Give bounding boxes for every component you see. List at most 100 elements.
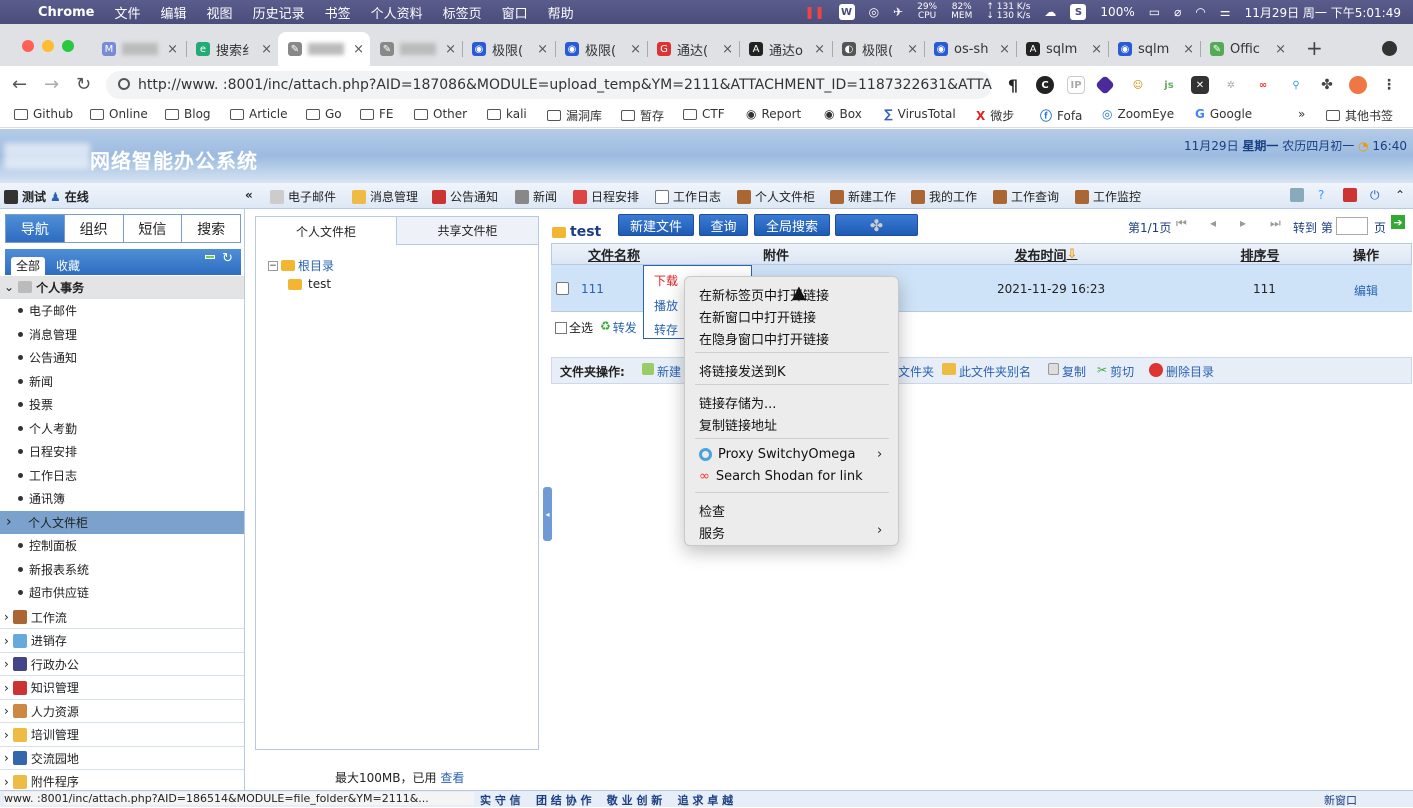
select-all-checkbox[interactable] — [555, 321, 567, 334]
popup-download[interactable]: 下载 — [654, 272, 678, 289]
tab-close-icon[interactable]: × — [261, 42, 272, 57]
close-window-button[interactable] — [22, 40, 34, 52]
bookmark-item[interactable]: Article — [230, 107, 288, 121]
ip-ext-icon[interactable]: IP — [1067, 76, 1085, 94]
bookmark-item[interactable]: 漏洞库 — [547, 107, 602, 124]
refresh-icon[interactable]: ↻ — [222, 251, 233, 266]
first-page-icon[interactable]: ⏮ — [1176, 216, 1187, 231]
bookmark-item[interactable]: Other — [414, 107, 467, 121]
ctx-services[interactable]: 服务 — [699, 523, 725, 542]
global-search-button[interactable]: 全局搜索 — [754, 214, 830, 236]
menu-profile[interactable]: 个人资料 — [371, 3, 423, 22]
copy-button[interactable]: 复制 — [1048, 363, 1086, 380]
query-button[interactable]: 查询 — [699, 214, 748, 236]
cloud-icon[interactable]: ☁ — [1044, 5, 1056, 19]
battery-icon[interactable]: ▭ — [1149, 5, 1160, 19]
tree-root[interactable]: − 根目录 — [268, 257, 334, 274]
puzzle-ext-icon[interactable]: ✤ — [1318, 76, 1336, 94]
tab-close-icon[interactable]: × — [999, 42, 1010, 57]
new-folder-button[interactable]: 新建 — [642, 363, 681, 380]
collapse-up-icon[interactable]: ⌃ — [1395, 188, 1405, 202]
tree-node-test[interactable]: test — [288, 277, 331, 291]
col-publish-time[interactable]: 发布时间 ⇩ — [892, 244, 1200, 264]
bookmarks-overflow-button[interactable]: » — [1298, 107, 1305, 121]
tab-shared-cabinet[interactable]: 共享文件柜 — [397, 217, 538, 245]
menu-history[interactable]: 历史记录 — [253, 3, 305, 22]
ctx-send-link[interactable]: 将链接发送到K — [699, 361, 786, 380]
sidebar-item[interactable]: 日程安排 — [0, 440, 244, 463]
sidebar-item[interactable]: 电子邮件 — [0, 299, 244, 322]
x-ext-icon[interactable]: ✕ — [1191, 76, 1209, 94]
new-file-button[interactable]: 新建文件 — [618, 214, 694, 236]
tab-close-icon[interactable]: × — [537, 42, 548, 57]
browser-tab[interactable]: Asqlm × — [1016, 32, 1108, 66]
browser-tab[interactable]: ◉ 极限(× — [555, 32, 647, 66]
menubar-clock[interactable]: 11月29日 周一 下午5:01:49 — [1245, 4, 1401, 21]
site-info-icon[interactable] — [118, 78, 130, 90]
bookmark-item[interactable]: ⓕ Fofa — [1040, 107, 1082, 124]
tab-close-icon[interactable]: × — [722, 42, 733, 57]
browser-tab[interactable]: G 通达(× — [647, 32, 739, 66]
shortcut-item[interactable]: 我的工作 — [911, 188, 977, 205]
shortcut-item[interactable]: 个人文件柜 — [737, 188, 815, 205]
tab-org[interactable]: 组织 — [64, 215, 124, 242]
sidebar-group[interactable]: › 进销存 — [0, 629, 244, 653]
browser-tab[interactable]: M × — [92, 32, 184, 66]
bird-icon[interactable]: ✈ — [893, 5, 903, 19]
prev-page-icon[interactable]: ◂ — [1210, 216, 1216, 230]
minimize-window-button[interactable] — [42, 40, 54, 52]
sidebar-group[interactable]: › 工作流 — [0, 606, 244, 629]
sidebar-group[interactable]: › 人力资源 — [0, 700, 244, 723]
tab-personal-cabinet[interactable]: 个人文件柜 — [256, 217, 397, 245]
quota-view-link[interactable]: 查看 — [440, 771, 464, 785]
apps-icon[interactable] — [1343, 188, 1357, 202]
skin-icon[interactable] — [1290, 188, 1304, 202]
sidebar-item[interactable]: 超市供应链 — [0, 581, 244, 604]
browser-tab[interactable]: ◐ 极限(× — [832, 32, 924, 66]
search-status-icon[interactable]: ◎ — [869, 5, 879, 19]
browser-tab[interactable]: ◉ os-sh × — [924, 32, 1016, 66]
zoom-window-button[interactable] — [62, 40, 74, 52]
next-page-icon[interactable]: ▸ — [1240, 216, 1246, 230]
control-center-icon[interactable]: ⚌ — [1220, 5, 1231, 19]
tab-close-icon[interactable]: × — [630, 42, 641, 57]
new-window-link[interactable]: 新窗口 — [1324, 792, 1357, 808]
last-page-icon[interactable]: ⏭ — [1270, 216, 1281, 231]
shodan-ext-icon[interactable]: ∞ — [1254, 76, 1272, 94]
ctx-inspect[interactable]: 检查 — [699, 501, 725, 520]
bookmark-item[interactable]: G Google — [1195, 107, 1252, 121]
browser-tab[interactable]: ◉ 极限(× — [462, 32, 554, 66]
select-all[interactable]: 全选 — [555, 319, 593, 336]
more-menu-icon[interactable]: ⋮ — [1380, 76, 1398, 94]
bookmark-item[interactable]: Github — [14, 107, 73, 121]
menu-tabs[interactable]: 标签页 — [443, 3, 482, 22]
page-number-input[interactable] — [1336, 217, 1368, 235]
menu-edit[interactable]: 编辑 — [161, 3, 187, 22]
ctx-open-new-window[interactable]: 在新窗口中打开链接 — [699, 307, 816, 326]
forward-icon[interactable]: → — [44, 74, 59, 95]
tab-close-icon[interactable]: × — [1275, 42, 1286, 57]
menu-help[interactable]: 帮助 — [548, 3, 574, 22]
bookmark-item[interactable]: FE — [360, 107, 393, 121]
address-bar[interactable]: http://www. :8001/inc/attach.php?AID=187… — [106, 71, 992, 99]
tab-close-icon[interactable]: × — [353, 42, 364, 57]
bookmark-item[interactable]: X 微步 — [976, 107, 1014, 124]
sidebar-item[interactable]: 投票 — [0, 393, 244, 416]
bookmark-item[interactable]: ◎ ZoomEye — [1102, 107, 1174, 121]
delete-folder-button[interactable]: 删除目录 — [1149, 363, 1214, 380]
sidebar-group[interactable]: › 培训管理 — [0, 723, 244, 747]
shortcut-item[interactable]: 工作日志 — [655, 188, 721, 205]
tab-close-icon[interactable]: × — [907, 42, 918, 57]
cut-button[interactable]: ✂ 剪切 — [1097, 363, 1134, 380]
col-filename[interactable]: 文件名称 — [568, 244, 660, 264]
s-app-icon[interactable]: S — [1070, 4, 1087, 20]
collapse-all-icon[interactable] — [205, 255, 215, 259]
pilcrow-ext-icon[interactable]: ¶ — [1004, 76, 1022, 95]
menu-file[interactable]: 文件 — [115, 3, 141, 22]
c-ext-icon[interactable]: C — [1036, 76, 1054, 94]
browser-tab[interactable]: ◉ sqlm × — [1108, 32, 1200, 66]
sidebar-item[interactable]: 新闻 — [0, 370, 244, 393]
ctx-search-shodan[interactable]: ∞ Search Shodan for link — [699, 469, 863, 484]
sidebar-item[interactable]: 新报表系统 — [0, 558, 244, 581]
menu-view[interactable]: 视图 — [207, 3, 233, 22]
